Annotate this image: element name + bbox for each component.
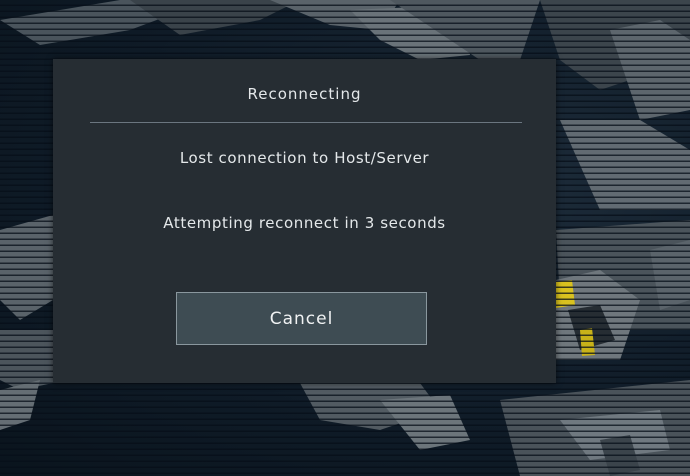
lost-connection-message: Lost connection to Host/Server bbox=[179, 149, 430, 167]
reconnecting-dialog: Reconnecting Lost connection to Host/Ser… bbox=[53, 59, 556, 383]
reconnect-countdown-message: Attempting reconnect in 3 seconds bbox=[163, 214, 446, 232]
cancel-button[interactable]: Cancel bbox=[176, 292, 427, 345]
cancel-button-label: Cancel bbox=[269, 308, 334, 329]
dialog-title: Reconnecting bbox=[247, 85, 362, 103]
title-divider bbox=[90, 122, 522, 123]
